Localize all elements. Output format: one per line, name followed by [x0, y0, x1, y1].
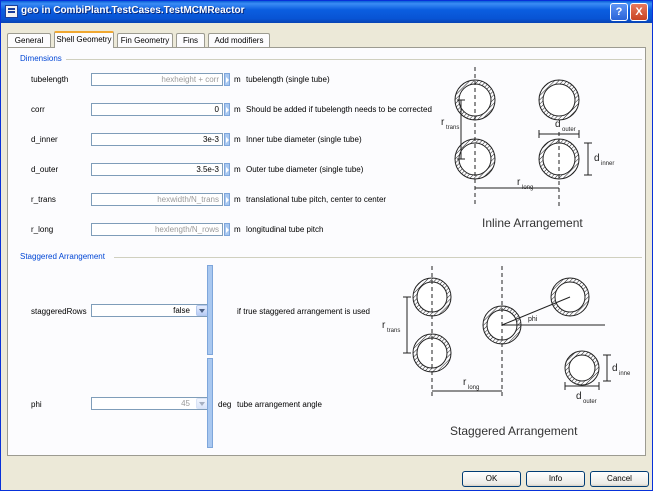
- edit-arrow-button[interactable]: [224, 163, 230, 176]
- param-description: tube arrangement angle: [237, 400, 322, 409]
- param-unit: m: [234, 105, 241, 114]
- tab-add-modifiers[interactable]: Add modifiers: [208, 33, 270, 47]
- param-unit: m: [234, 195, 241, 204]
- dialog-window: geo in CombiPlant.TestCases.TestMCMReact…: [0, 0, 653, 491]
- edit-arrow-button[interactable]: [207, 265, 213, 355]
- tab-general[interactable]: General: [7, 33, 51, 47]
- tab-fin-geometry[interactable]: Fin Geometry: [117, 33, 173, 47]
- param-description: Inner tube diameter (single tube): [246, 135, 362, 144]
- edit-arrow-button[interactable]: [224, 193, 230, 206]
- r-trans-subscript: trans: [387, 328, 400, 334]
- cancel-button[interactable]: Cancel: [590, 471, 649, 487]
- param-label: corr: [31, 105, 45, 114]
- staggered-arrangement-caption: Staggered Arrangement: [450, 424, 578, 438]
- param-unit: m: [234, 135, 241, 144]
- tab-fins[interactable]: Fins: [176, 33, 205, 47]
- param-description: longitudinal tube pitch: [246, 225, 324, 234]
- inline-arrangement-diagram: r trans r long d outer d inner: [441, 67, 614, 207]
- d-outer-subscript: outer: [562, 127, 576, 133]
- dimensions-group-title: Dimensions: [20, 54, 65, 63]
- corr-input[interactable]: 0: [91, 103, 223, 116]
- d-inner-subscript: inner: [619, 371, 630, 377]
- group-divider: [66, 59, 642, 60]
- param-label: d_inner: [31, 135, 58, 144]
- edit-arrow-button[interactable]: [224, 103, 230, 116]
- d-inner-symbol: d: [594, 153, 600, 164]
- edit-arrow-button[interactable]: [207, 358, 213, 448]
- r-trans-subscript: trans: [446, 125, 459, 131]
- param-description: Should be added if tubelength needs to b…: [246, 105, 432, 114]
- d-outer-subscript: outer: [583, 399, 597, 405]
- param-unit: deg: [218, 400, 232, 409]
- param-label: staggeredRows: [31, 307, 87, 316]
- d-inner-input[interactable]: 3e-3: [91, 133, 223, 146]
- app-icon: [5, 5, 18, 18]
- tab-panel: Dimensions tubelength hexheight + corr m…: [7, 47, 646, 456]
- param-label: tubelength: [31, 75, 69, 84]
- param-unit: m: [234, 75, 241, 84]
- staggered-arrangement-diagram: phi r trans r long d inner d outer: [382, 266, 630, 405]
- title-bar[interactable]: geo in CombiPlant.TestCases.TestMCMReact…: [1, 1, 652, 23]
- info-button[interactable]: Info: [526, 471, 585, 487]
- staggered-group-title: Staggered Arrangement: [20, 252, 108, 261]
- edit-arrow-button[interactable]: [224, 133, 230, 146]
- phi-select[interactable]: 45: [91, 397, 209, 410]
- d-inner-symbol: d: [612, 363, 618, 374]
- group-divider: [114, 257, 642, 258]
- param-description: if true staggered arrangement is used: [237, 307, 370, 316]
- r-trans-input[interactable]: hexwidth/N_trans: [91, 193, 223, 206]
- window-title: geo in CombiPlant.TestCases.TestMCMReact…: [21, 5, 245, 16]
- param-description: translational tube pitch, center to cent…: [246, 195, 387, 204]
- edit-arrow-button[interactable]: [224, 73, 230, 86]
- d-outer-input[interactable]: 3.5e-3: [91, 163, 223, 176]
- r-long-subscript: long: [468, 385, 479, 391]
- inline-arrangement-caption: Inline Arrangement: [482, 216, 583, 230]
- param-unit: m: [234, 225, 241, 234]
- param-unit: m: [234, 165, 241, 174]
- param-label: d_outer: [31, 165, 59, 174]
- close-button[interactable]: X: [630, 3, 648, 21]
- d-inner-subscript: inner: [601, 161, 614, 167]
- ok-button[interactable]: OK: [462, 471, 521, 487]
- param-description: tubelength (single tube): [246, 75, 330, 84]
- r-trans-symbol: r: [441, 117, 445, 128]
- d-outer-symbol: d: [576, 391, 582, 402]
- tab-shell-geometry[interactable]: Shell Geometry: [54, 31, 114, 48]
- tubelength-input[interactable]: hexheight + corr: [91, 73, 223, 86]
- param-description: Outer tube diameter (single tube): [246, 165, 364, 174]
- r-trans-symbol: r: [382, 320, 386, 331]
- param-label: r_trans: [31, 195, 56, 204]
- edit-arrow-button[interactable]: [224, 223, 230, 236]
- param-label: phi: [31, 400, 42, 409]
- r-long-symbol: r: [517, 177, 521, 188]
- phi-symbol: phi: [528, 316, 538, 323]
- r-long-subscript: long: [522, 185, 533, 191]
- d-outer-symbol: d: [555, 119, 561, 130]
- param-label: r_long: [31, 225, 54, 234]
- staggered-rows-select[interactable]: false: [91, 304, 209, 317]
- help-button[interactable]: ?: [610, 3, 628, 21]
- r-long-input[interactable]: hexlength/N_rows: [91, 223, 223, 236]
- r-long-symbol: r: [463, 377, 467, 388]
